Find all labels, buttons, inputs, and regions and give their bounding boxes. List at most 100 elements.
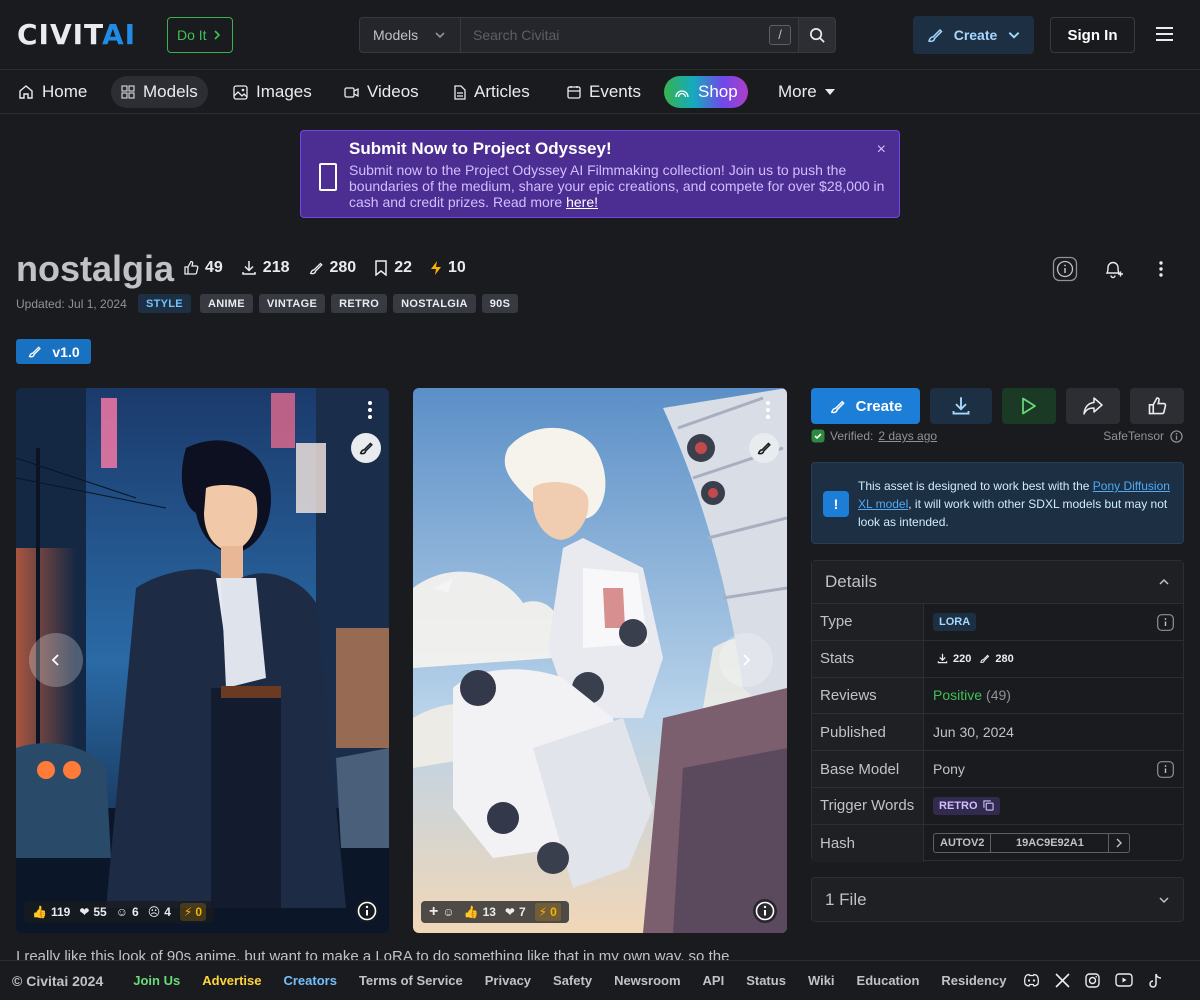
gallery-image-2[interactable]: + ☺ 👍 13 ❤ 7 ⚡ 0 (413, 388, 787, 933)
signin-button[interactable]: Sign In (1050, 17, 1135, 53)
downloads-stat: 218 (241, 259, 290, 277)
reaction-laugh[interactable]: ☺ 6 (116, 905, 139, 919)
files-accordion[interactable]: 1 File (811, 877, 1184, 922)
reviews-value[interactable]: Positive (933, 687, 982, 703)
civitai-logo[interactable]: CIVITAI (17, 20, 136, 50)
search-icon (809, 27, 825, 43)
footer-link-safety[interactable]: Safety (553, 973, 592, 988)
kebab-menu-icon[interactable] (765, 400, 771, 420)
nav-home[interactable]: Home (8, 76, 97, 108)
reaction-heart[interactable]: ❤ 7 (505, 905, 526, 919)
reaction-cry[interactable]: ☹ 4 (148, 905, 171, 919)
kebab-menu-icon[interactable] (1148, 256, 1174, 282)
footer-link-terms[interactable]: Terms of Service (359, 973, 463, 988)
carousel-prev-button[interactable] (29, 633, 83, 687)
top-bar: CIVITAI Do It Models Search Civitai / Cr… (0, 0, 1200, 70)
footer-link-residency[interactable]: Residency (941, 973, 1006, 988)
remix-brush-icon[interactable] (749, 433, 779, 463)
reaction-like[interactable]: 👍 119 (32, 905, 70, 919)
tag-item[interactable]: ANIME (199, 294, 253, 313)
rainbow-icon (675, 90, 689, 98)
add-reaction-button[interactable]: + ☺ (429, 903, 455, 921)
search-bar: Models Search Civitai / (359, 17, 836, 53)
search-button[interactable] (798, 17, 836, 53)
banner-link[interactable]: here! (566, 194, 598, 210)
brush-icon (830, 400, 845, 413)
info-icon[interactable] (355, 899, 379, 923)
tag-item[interactable]: VINTAGE (258, 294, 326, 313)
search-shortcut-hint: / (769, 25, 791, 45)
close-icon[interactable]: × (877, 141, 886, 159)
play-button[interactable] (1002, 388, 1056, 424)
share-button[interactable] (1066, 388, 1120, 424)
nav-more[interactable]: More (768, 76, 845, 108)
footer-link-privacy[interactable]: Privacy (485, 973, 531, 988)
brush-icon (927, 28, 943, 43)
reaction-buzz[interactable]: ⚡ 0 (534, 903, 561, 921)
footer-link-education[interactable]: Education (857, 973, 920, 988)
details-header[interactable]: Details (812, 561, 1183, 604)
reaction-like[interactable]: 👍 13 (464, 905, 496, 919)
film-icon (319, 163, 337, 191)
footer-link-join-us[interactable]: Join Us (133, 973, 180, 988)
nav-events[interactable]: Events (557, 76, 651, 108)
create-menu-button[interactable]: Create (913, 16, 1034, 54)
remix-brush-icon[interactable] (351, 433, 381, 463)
doit-button[interactable]: Do It (167, 17, 233, 53)
verified-date-link[interactable]: 2 days ago (878, 429, 937, 443)
create-button[interactable]: Create (811, 388, 920, 424)
footer-link-creators[interactable]: Creators (283, 973, 336, 988)
nav-models[interactable]: Models (111, 76, 208, 108)
tag-item[interactable]: RETRO (331, 294, 388, 313)
footer-link-wiki[interactable]: Wiki (808, 973, 835, 988)
info-icon[interactable] (1170, 429, 1183, 443)
laugh-icon: ☺ (115, 905, 128, 919)
bell-plus-icon[interactable] (1100, 256, 1126, 282)
details-row-base-model: Base Model Pony (812, 751, 1183, 788)
tag-style[interactable]: STYLE (138, 294, 191, 313)
model-actions: Create (811, 388, 1184, 424)
youtube-icon[interactable] (1115, 972, 1134, 987)
x-twitter-icon[interactable] (1055, 972, 1071, 988)
reviews-count: (49) (986, 687, 1011, 704)
nav-shop[interactable]: Shop (664, 76, 748, 108)
version-tab[interactable]: v1.0 (16, 339, 91, 364)
info-icon[interactable] (1157, 761, 1174, 779)
nav-images[interactable]: Images (223, 76, 322, 108)
tag-item[interactable]: NOSTALGIA (393, 294, 476, 313)
nav-videos[interactable]: Videos (334, 76, 429, 108)
plus-icon: + (429, 903, 439, 920)
discord-icon[interactable] (1023, 973, 1040, 987)
footer-link-newsroom[interactable]: Newsroom (614, 973, 680, 988)
verified-status: Verified: 2 days ago (811, 429, 937, 443)
kebab-menu-icon[interactable] (367, 400, 373, 420)
search-input[interactable]: Search Civitai / (461, 17, 798, 53)
generations-count: 280 (975, 650, 1017, 668)
menu-icon[interactable] (1155, 26, 1174, 42)
reaction-buzz[interactable]: ⚡ 0 (179, 903, 207, 921)
gallery-image-1[interactable]: 👍 119 ❤ 55 ☺ 6 ☹ 4 ⚡ 0 (16, 388, 389, 933)
info-icon[interactable] (1052, 256, 1078, 282)
like-button[interactable] (1130, 388, 1184, 424)
info-icon[interactable] (753, 899, 777, 923)
reaction-heart[interactable]: ❤ 55 (79, 905, 106, 919)
info-icon[interactable] (1157, 614, 1174, 631)
chevron-right-icon[interactable] (1109, 834, 1129, 852)
footer-link-api[interactable]: API (703, 973, 725, 988)
tiktok-icon[interactable] (1148, 973, 1162, 989)
details-row-published: Published Jun 30, 2024 (812, 714, 1183, 752)
footer-link-status[interactable]: Status (746, 973, 786, 988)
instagram-icon[interactable] (1085, 972, 1101, 988)
brush-icon (309, 262, 323, 275)
tag-item[interactable]: 90S (481, 294, 519, 313)
hash-selector[interactable]: AUTOV2 19AC9E92A1 (933, 833, 1131, 854)
footer: © Civitai 2024 Join Us Advertise Creator… (0, 960, 1200, 1000)
nav-articles[interactable]: Articles (443, 76, 540, 108)
lightning-icon: ⚡ (538, 905, 548, 919)
trigger-word-badge[interactable]: RETRO (933, 796, 1000, 815)
details-row-trigger-words: Trigger Words RETRO (812, 787, 1183, 825)
search-scope-select[interactable]: Models (359, 17, 461, 53)
footer-link-advertise[interactable]: Advertise (202, 973, 261, 988)
carousel-next-button[interactable] (719, 633, 773, 687)
download-button[interactable] (930, 388, 992, 424)
